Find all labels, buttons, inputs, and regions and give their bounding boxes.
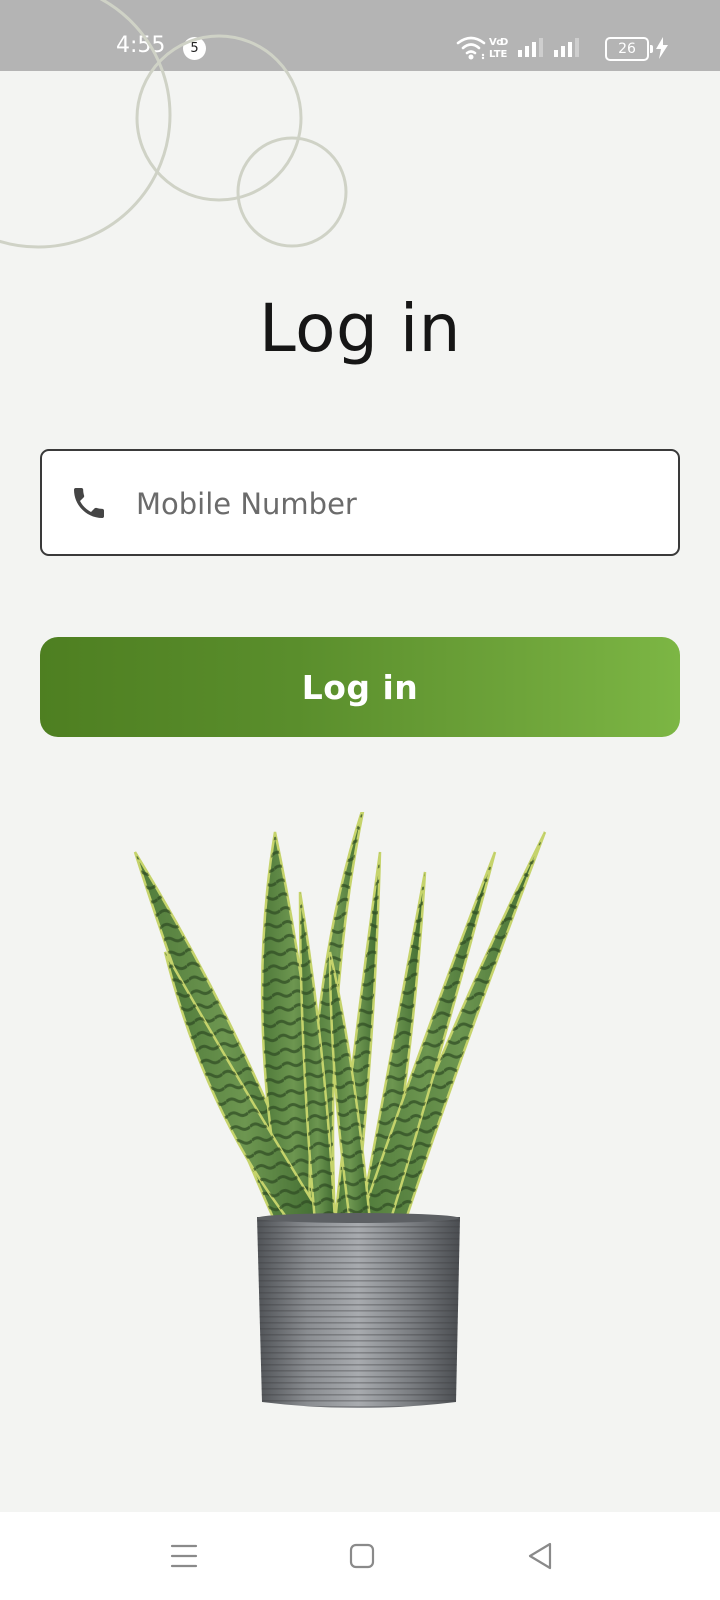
pot-icon [257,1213,460,1408]
mobile-number-field[interactable] [40,449,680,556]
mobile-number-input[interactable] [136,479,636,529]
login-button[interactable]: Log in [40,637,680,737]
signal-icon-1 [518,38,543,57]
snake-plant-illustration [133,812,547,1408]
menu-icon[interactable] [162,1534,206,1578]
login-screen: 4:55 5 Vo D LTE 26 Log in Mobile Number … [0,0,720,1600]
battery-icon: 26 [605,37,653,61]
wifi-icon [456,36,486,55]
phone-icon [74,488,104,518]
status-icons-group: Vo D LTE [456,36,579,60]
page-title: Log in [258,290,462,367]
volte-icon: Vo D LTE [489,37,508,60]
decorative-circles [0,0,348,249]
signal-icon-2 [554,38,579,57]
charging-icon [656,37,668,59]
navigation-bar [0,1512,720,1600]
svg-text:D: D [500,37,508,48]
svg-text:LTE: LTE [489,49,508,60]
back-icon[interactable] [518,1534,562,1578]
home-icon[interactable] [340,1534,384,1578]
